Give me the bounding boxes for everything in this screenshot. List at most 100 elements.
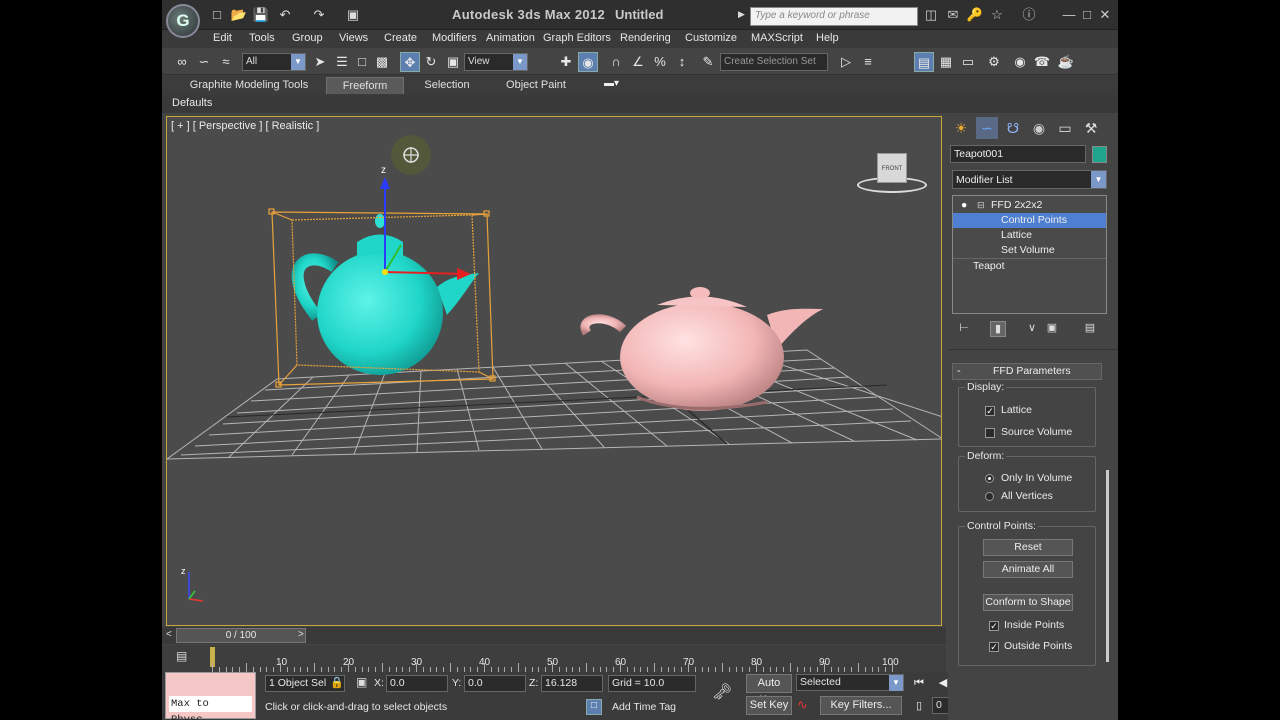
menu-modifiers[interactable]: Modifiers: [432, 32, 477, 44]
rectangular-selection-icon[interactable]: □: [352, 52, 372, 72]
open-file-icon[interactable]: 📂: [230, 6, 248, 24]
key-filters-button[interactable]: Key Filters...: [820, 696, 902, 715]
default-tangent-icon[interactable]: ∿: [797, 697, 808, 713]
stack-item-set-volume[interactable]: Set Volume: [953, 243, 1106, 258]
selection-lock-icon[interactable]: 🔒: [330, 676, 344, 689]
add-time-tag[interactable]: Add Time Tag: [612, 701, 676, 713]
inside-points-checkbox[interactable]: ✓: [989, 621, 999, 631]
favorites-star-icon[interactable]: ☆: [988, 6, 1006, 24]
restore-icon[interactable]: □: [1078, 6, 1096, 24]
key-mode-toggle-icon[interactable]: ▯: [910, 697, 928, 715]
graphite-toggle-icon[interactable]: ▦: [936, 52, 956, 72]
selection-filter-dropdown[interactable]: All ▼: [242, 53, 306, 71]
collapse-icon[interactable]: ⊟: [977, 198, 985, 213]
time-slider-prev-icon[interactable]: <: [166, 629, 172, 640]
time-slider[interactable]: < 0 / 100 >: [162, 627, 946, 644]
motion-tab-icon[interactable]: ◉: [1028, 117, 1050, 139]
close-icon[interactable]: ✕: [1096, 6, 1114, 24]
pin-stack-icon[interactable]: ⊢: [956, 321, 972, 337]
undo-icon[interactable]: ↶: [276, 6, 294, 24]
absolute-mode-icon[interactable]: ▣: [356, 675, 367, 689]
collapse-rollout-icon[interactable]: -: [957, 365, 961, 377]
object-color-swatch[interactable]: [1092, 146, 1107, 163]
unlink-icon[interactable]: ∽: [194, 52, 214, 72]
communication-center-icon[interactable]: ✉: [944, 6, 962, 24]
render-icon[interactable]: ☕: [1056, 52, 1076, 72]
lightbulb-icon[interactable]: ●: [961, 198, 967, 213]
new-file-icon[interactable]: □: [208, 6, 226, 24]
display-tab-icon[interactable]: ▭: [1054, 117, 1076, 139]
search-input[interactable]: Type a keyword or phrase: [750, 7, 918, 26]
link-icon[interactable]: ∞: [172, 52, 192, 72]
all-vertices-radio[interactable]: [985, 492, 994, 501]
edit-named-selection-icon[interactable]: ✎: [698, 52, 718, 72]
source-volume-checkbox[interactable]: [985, 428, 995, 438]
minimize-icon[interactable]: —: [1060, 6, 1078, 24]
menu-customize[interactable]: Customize: [685, 32, 737, 44]
key-icon[interactable]: 🗝: [712, 682, 732, 702]
menu-rendering[interactable]: Rendering: [620, 32, 671, 44]
time-slider-next-icon[interactable]: >: [298, 629, 304, 640]
menu-animation[interactable]: Animation: [486, 32, 535, 44]
select-and-scale-icon[interactable]: ▣: [443, 52, 463, 72]
hierarchy-tab-icon[interactable]: ☋: [1002, 117, 1024, 139]
lattice-checkbox[interactable]: ✓: [985, 406, 995, 416]
search-expand-icon[interactable]: ▶: [738, 9, 745, 20]
binoculars-icon[interactable]: ◫: [922, 6, 940, 24]
viewcube[interactable]: FRONT: [857, 151, 927, 197]
stack-item-teapot[interactable]: Teapot: [953, 258, 1106, 273]
snaps-toggle-icon[interactable]: ∩: [606, 52, 626, 72]
tab-selection[interactable]: Selection: [410, 77, 484, 94]
bind-space-warp-icon[interactable]: ≈: [216, 52, 236, 72]
mini-curve-editor-icon[interactable]: ▤: [176, 649, 190, 663]
align-icon[interactable]: ≡: [858, 52, 878, 72]
time-tag-icon[interactable]: □: [586, 699, 602, 715]
time-slider-thumb[interactable]: 0 / 100: [176, 628, 306, 643]
menu-help[interactable]: Help: [816, 32, 839, 44]
mirror-icon[interactable]: ▷: [836, 52, 856, 72]
remove-modifier-icon[interactable]: ▣: [1044, 321, 1060, 337]
stack-item-control-points[interactable]: Control Points: [953, 213, 1106, 228]
select-by-name-icon[interactable]: ☰: [332, 52, 352, 72]
menu-maxscript[interactable]: MAXScript: [751, 32, 803, 44]
select-object-icon[interactable]: ➤: [310, 52, 330, 72]
tab-graphite-modeling-tools[interactable]: Graphite Modeling Tools: [176, 77, 322, 94]
schematic-view-icon[interactable]: ⚙: [984, 52, 1004, 72]
tab-object-paint[interactable]: Object Paint: [492, 77, 580, 94]
pivot-center-icon[interactable]: ✚: [556, 52, 576, 72]
app-logo-icon[interactable]: G: [166, 4, 200, 38]
percent-snap-icon[interactable]: %: [650, 52, 670, 72]
y-coordinate-field[interactable]: 0.0: [464, 675, 526, 692]
viewport-label-menu[interactable]: [ + ] [ Perspective ] [ Realistic ]: [171, 120, 319, 132]
rollout-header[interactable]: - FFD Parameters: [952, 363, 1102, 380]
make-unique-icon[interactable]: ∨: [1024, 321, 1040, 337]
window-crossing-icon[interactable]: ▩: [372, 52, 392, 72]
help-icon[interactable]: ⓘ: [1020, 6, 1038, 24]
panel-scrollbar[interactable]: [1106, 470, 1109, 662]
menu-graph-editors[interactable]: Graph Editors: [543, 32, 611, 44]
object-name-field[interactable]: Teapot001: [950, 145, 1086, 163]
menu-edit[interactable]: Edit: [213, 32, 232, 44]
track-bar[interactable]: ▤ 10 20 30 40 50 60 70 80 90 100: [162, 645, 946, 672]
stack-item-ffd[interactable]: ● ⊟ FFD 2x2x2: [953, 198, 1106, 213]
ribbon-options-icon[interactable]: ▬▾: [604, 78, 619, 89]
modifier-list-dropdown[interactable]: Modifier List ▼: [952, 170, 1107, 189]
outside-points-checkbox[interactable]: ✓: [989, 642, 999, 652]
manipulate-icon[interactable]: ◉: [578, 52, 598, 72]
menu-group[interactable]: Group: [292, 32, 323, 44]
save-file-icon[interactable]: 💾: [252, 6, 270, 24]
material-editor-icon[interactable]: ◉: [1010, 52, 1030, 72]
angle-snap-icon[interactable]: ∠: [628, 52, 648, 72]
tab-freeform[interactable]: Freeform: [326, 77, 404, 94]
create-tab-icon[interactable]: ☀: [950, 117, 972, 139]
menu-views[interactable]: Views: [339, 32, 368, 44]
show-end-result-icon[interactable]: ▮: [990, 321, 1006, 337]
goto-start-icon[interactable]: ⏮: [910, 674, 928, 692]
only-in-volume-radio[interactable]: [985, 474, 994, 483]
maxscript-line[interactable]: Max to Physc.: [169, 696, 252, 720]
select-and-move-icon[interactable]: ✥: [400, 52, 420, 72]
subscription-icon[interactable]: 🔑: [966, 6, 984, 24]
layer-manager-icon[interactable]: ▤: [914, 52, 934, 72]
configure-modifier-sets-icon[interactable]: ▤: [1082, 321, 1098, 337]
modify-tab-icon[interactable]: ∽: [976, 117, 998, 139]
